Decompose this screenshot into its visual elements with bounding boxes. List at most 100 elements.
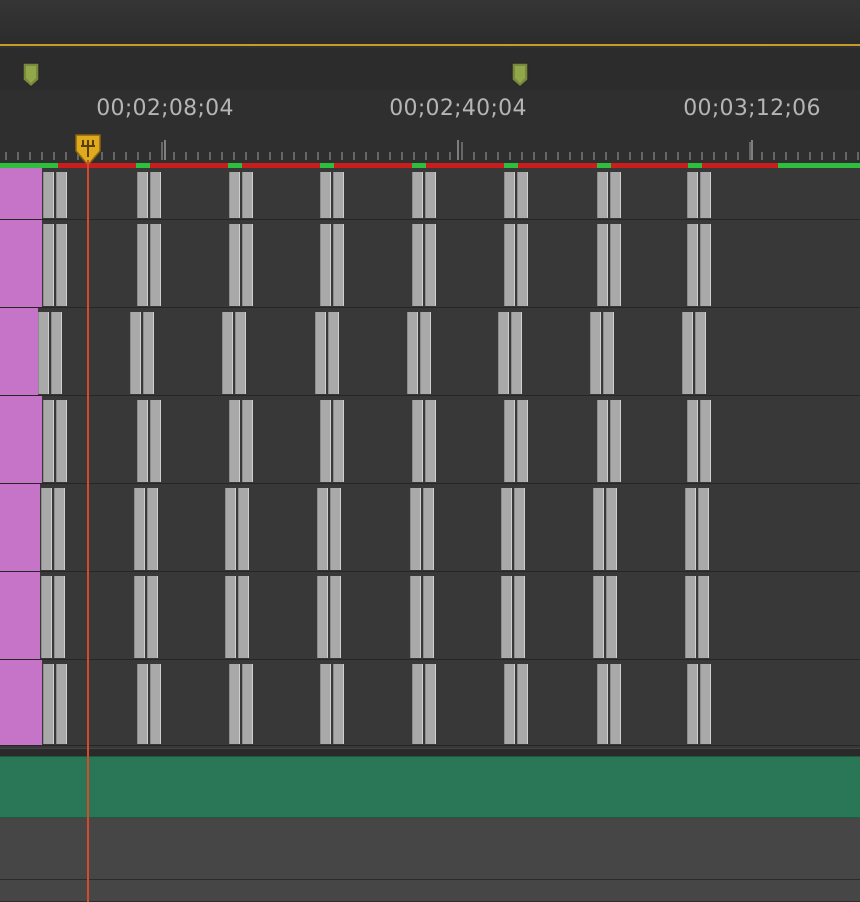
clip-edit-point[interactable] — [51, 312, 62, 394]
video-track-6[interactable] — [0, 572, 860, 660]
video-clip[interactable] — [0, 572, 40, 659]
clip-edit-point[interactable] — [610, 224, 621, 306]
clip-edit-point[interactable] — [687, 664, 698, 744]
audio-track-3[interactable] — [0, 880, 860, 902]
clip-edit-point[interactable] — [238, 488, 249, 570]
clip-edit-point[interactable] — [700, 224, 711, 306]
clip-edit-point[interactable] — [517, 172, 528, 218]
clip-edit-point[interactable] — [597, 224, 608, 306]
clip-edit-point[interactable] — [593, 488, 604, 570]
work-area-bar[interactable] — [0, 0, 860, 46]
clip-edit-point[interactable] — [597, 400, 608, 482]
clip-edit-point[interactable] — [514, 576, 525, 658]
zoom-scroll-bar[interactable] — [0, 48, 860, 90]
clip-edit-point[interactable] — [43, 400, 54, 482]
video-track-7[interactable] — [0, 660, 860, 746]
clip-edit-point[interactable] — [412, 172, 423, 218]
clip-edit-point[interactable] — [137, 172, 148, 218]
clip-edit-point[interactable] — [517, 224, 528, 306]
clip-edit-point[interactable] — [225, 488, 236, 570]
clip-edit-point[interactable] — [320, 172, 331, 218]
clip-edit-point[interactable] — [328, 312, 339, 394]
zoom-handle-right[interactable] — [511, 62, 529, 88]
video-track-3[interactable] — [0, 308, 860, 396]
clip-edit-point[interactable] — [43, 172, 54, 218]
clip-edit-point[interactable] — [317, 576, 328, 658]
video-clip[interactable] — [0, 308, 38, 395]
clip-edit-point[interactable] — [425, 224, 436, 306]
clip-edit-point[interactable] — [333, 664, 344, 744]
zoom-handle-left[interactable] — [22, 62, 40, 88]
clip-edit-point[interactable] — [597, 664, 608, 744]
clip-edit-point[interactable] — [412, 224, 423, 306]
clip-edit-point[interactable] — [412, 664, 423, 744]
video-track-1[interactable] — [0, 168, 860, 220]
clip-edit-point[interactable] — [501, 576, 512, 658]
clip-edit-point[interactable] — [235, 312, 246, 394]
clip-edit-point[interactable] — [150, 224, 161, 306]
clip-edit-point[interactable] — [317, 488, 328, 570]
clip-edit-point[interactable] — [137, 664, 148, 744]
clip-edit-point[interactable] — [43, 664, 54, 744]
clip-edit-point[interactable] — [687, 224, 698, 306]
clip-edit-point[interactable] — [229, 172, 240, 218]
clip-edit-point[interactable] — [56, 172, 67, 218]
clip-edit-point[interactable] — [685, 488, 696, 570]
clip-edit-point[interactable] — [504, 224, 515, 306]
video-clip[interactable] — [0, 396, 42, 483]
clip-edit-point[interactable] — [137, 400, 148, 482]
clip-edit-point[interactable] — [238, 576, 249, 658]
clip-edit-point[interactable] — [517, 400, 528, 482]
clip-edit-point[interactable] — [425, 172, 436, 218]
clip-edit-point[interactable] — [501, 488, 512, 570]
clip-edit-point[interactable] — [407, 312, 418, 394]
clip-edit-point[interactable] — [610, 664, 621, 744]
clip-edit-point[interactable] — [423, 576, 434, 658]
clip-edit-point[interactable] — [333, 172, 344, 218]
clip-edit-point[interactable] — [41, 576, 52, 658]
clip-edit-point[interactable] — [498, 312, 509, 394]
clip-edit-point[interactable] — [242, 664, 253, 744]
clip-edit-point[interactable] — [700, 664, 711, 744]
clip-edit-point[interactable] — [54, 576, 65, 658]
clip-edit-point[interactable] — [147, 576, 158, 658]
audio-clip[interactable] — [0, 756, 860, 818]
clip-edit-point[interactable] — [150, 400, 161, 482]
clip-edit-point[interactable] — [330, 576, 341, 658]
clip-edit-point[interactable] — [320, 664, 331, 744]
clip-edit-point[interactable] — [242, 172, 253, 218]
clip-edit-point[interactable] — [504, 400, 515, 482]
clip-edit-point[interactable] — [330, 488, 341, 570]
clip-edit-point[interactable] — [56, 224, 67, 306]
clip-edit-point[interactable] — [695, 312, 706, 394]
clip-edit-point[interactable] — [423, 488, 434, 570]
clip-edit-point[interactable] — [698, 488, 709, 570]
clip-edit-point[interactable] — [38, 312, 49, 394]
clip-edit-point[interactable] — [610, 172, 621, 218]
clip-edit-point[interactable] — [147, 488, 158, 570]
clip-edit-point[interactable] — [41, 488, 52, 570]
clip-edit-point[interactable] — [333, 224, 344, 306]
clip-edit-point[interactable] — [514, 488, 525, 570]
clip-edit-point[interactable] — [682, 312, 693, 394]
clip-edit-point[interactable] — [412, 400, 423, 482]
clip-edit-point[interactable] — [320, 224, 331, 306]
clip-edit-point[interactable] — [597, 172, 608, 218]
clip-edit-point[interactable] — [222, 312, 233, 394]
clip-edit-point[interactable] — [410, 576, 421, 658]
clip-edit-point[interactable] — [137, 224, 148, 306]
clip-edit-point[interactable] — [700, 172, 711, 218]
video-clip[interactable] — [0, 168, 42, 219]
clip-edit-point[interactable] — [229, 664, 240, 744]
clip-edit-point[interactable] — [685, 576, 696, 658]
clip-edit-point[interactable] — [229, 400, 240, 482]
clip-edit-point[interactable] — [54, 488, 65, 570]
clip-edit-point[interactable] — [229, 224, 240, 306]
clip-edit-point[interactable] — [320, 400, 331, 482]
clip-edit-point[interactable] — [610, 400, 621, 482]
clip-edit-point[interactable] — [420, 312, 431, 394]
video-clip[interactable] — [0, 484, 40, 571]
clip-edit-point[interactable] — [593, 576, 604, 658]
clip-edit-point[interactable] — [511, 312, 522, 394]
clip-edit-point[interactable] — [134, 488, 145, 570]
